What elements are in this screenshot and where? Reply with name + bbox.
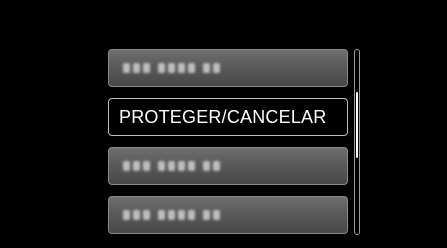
scrollbar-thumb[interactable] <box>356 92 358 158</box>
blurred-label <box>123 161 253 171</box>
menu-item-3[interactable] <box>108 147 348 185</box>
menu-item-4[interactable] <box>108 196 348 234</box>
menu-list: PROTEGER/CANCELAR <box>0 0 447 248</box>
menu-item-label: PROTEGER/CANCELAR <box>119 107 327 127</box>
menu-item-1[interactable] <box>108 49 348 87</box>
scrollbar[interactable] <box>354 49 360 235</box>
blurred-label <box>123 210 253 220</box>
blurred-label <box>123 63 253 73</box>
menu-item-proteger-cancelar[interactable]: PROTEGER/CANCELAR <box>108 98 348 136</box>
